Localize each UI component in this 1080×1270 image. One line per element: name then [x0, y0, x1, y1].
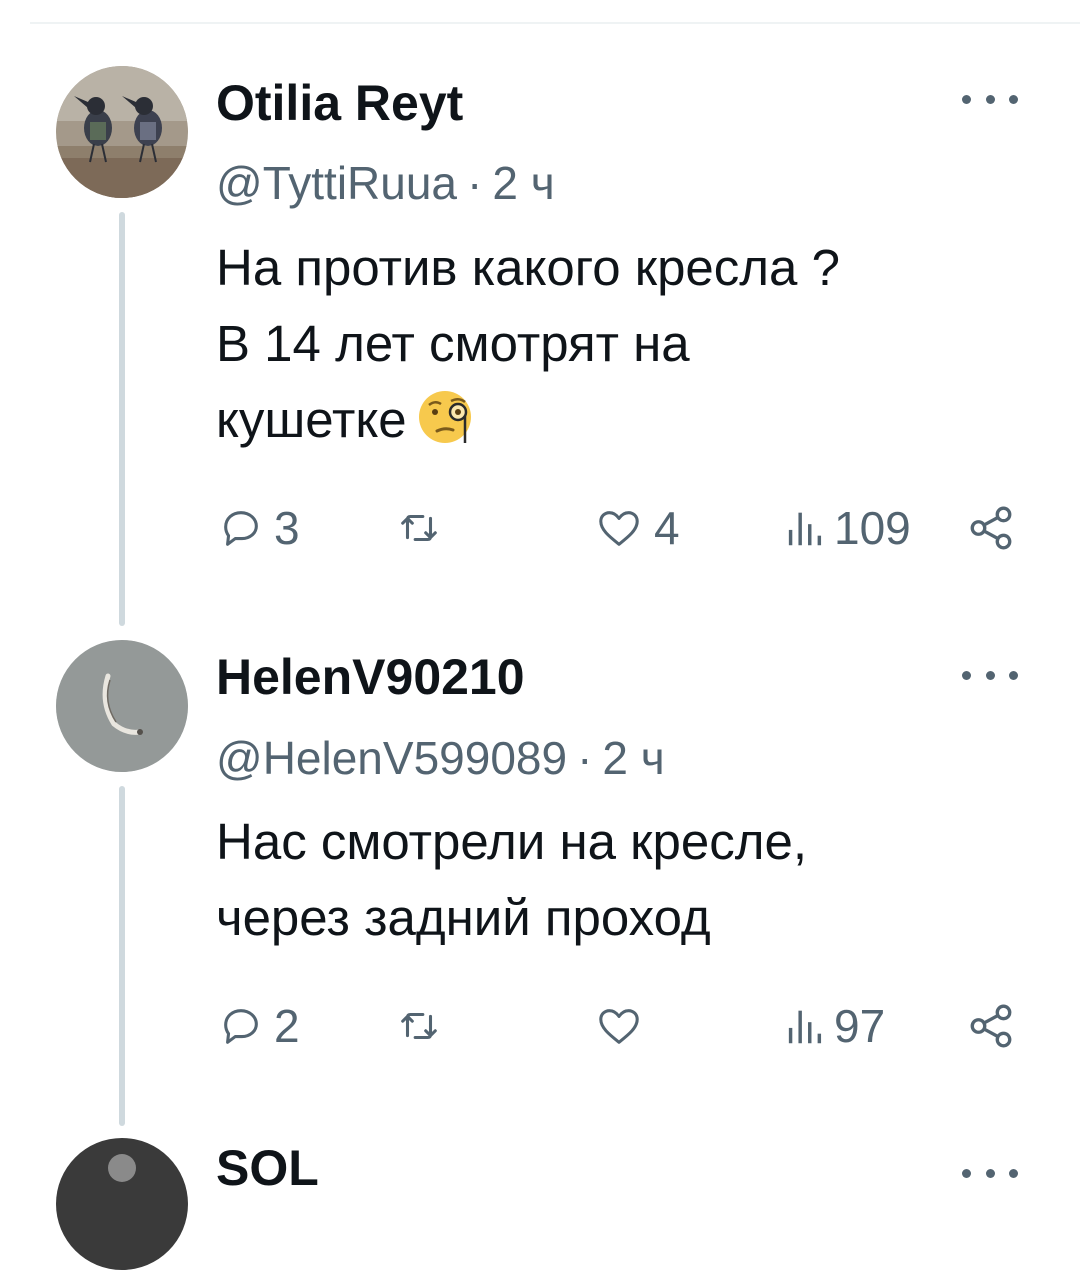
text-line: Нас смотрели на кресле,	[216, 813, 808, 870]
author-handle[interactable]: @TyttiRuua	[216, 157, 457, 209]
author-name[interactable]: SOL	[216, 1138, 319, 1198]
separator: ·	[467, 157, 483, 209]
face-with-monocle-icon	[418, 391, 471, 443]
reply-count: 3	[274, 502, 300, 554]
views-icon	[788, 512, 822, 546]
share-button[interactable]	[966, 996, 1016, 1056]
view-count: 109	[834, 502, 911, 554]
retweet-icon	[401, 1012, 437, 1040]
more-options-icon[interactable]	[962, 660, 1018, 690]
tweet-text: На против какого кресла ? В 14 лет смотр…	[216, 230, 1036, 458]
views-icon	[788, 1010, 822, 1044]
reply-icon	[224, 1009, 258, 1044]
avatar[interactable]	[56, 640, 188, 772]
text-line-content: кушетке	[216, 391, 407, 448]
tweet-actions: 3 4 109	[216, 498, 1020, 558]
tweet-text: Нас смотрели на кресле, через задний про…	[216, 804, 1036, 956]
share-icon	[970, 1004, 1012, 1048]
text-line: В 14 лет смотрят на	[216, 315, 690, 372]
more-options-icon[interactable]	[962, 84, 1018, 114]
reply-icon	[224, 511, 258, 546]
more-options-icon[interactable]	[962, 1158, 1018, 1188]
tweet-meta: @TyttiRuua · 2 ч	[216, 155, 555, 211]
like-button[interactable]: 4	[594, 498, 680, 558]
thread-line	[119, 786, 125, 1126]
share-button[interactable]	[966, 498, 1016, 558]
timestamp[interactable]: 2 ч	[492, 157, 554, 209]
view-count: 97	[834, 1000, 886, 1052]
reply-count: 2	[274, 1000, 300, 1052]
like-button[interactable]	[594, 996, 654, 1056]
views-button[interactable]: 109	[784, 498, 911, 558]
avatar[interactable]	[56, 1138, 188, 1270]
author-name[interactable]: Otilia Reyt	[216, 73, 463, 133]
author-handle[interactable]: @HelenV599089	[216, 732, 567, 784]
like-count: 4	[654, 502, 680, 554]
text-line: кушетке	[216, 382, 1036, 458]
author-name[interactable]: HelenV90210	[216, 647, 525, 707]
heart-icon	[599, 1009, 639, 1044]
retweet-icon	[401, 514, 437, 542]
top-divider	[30, 22, 1080, 24]
views-button[interactable]: 97	[784, 996, 885, 1056]
timestamp[interactable]: 2 ч	[602, 732, 664, 784]
separator: ·	[577, 732, 593, 784]
text-line: На против какого кресла ?	[216, 239, 840, 296]
heart-icon	[599, 511, 639, 546]
reply-button[interactable]: 2	[218, 996, 300, 1056]
tweet-meta: @HelenV599089 · 2 ч	[216, 730, 665, 786]
retweet-button[interactable]	[396, 996, 452, 1056]
tweet-actions: 2 97	[216, 996, 1020, 1056]
share-icon	[970, 506, 1012, 550]
thread-line	[119, 212, 125, 626]
retweet-button[interactable]	[396, 498, 452, 558]
reply-button[interactable]: 3	[218, 498, 300, 558]
avatar[interactable]	[56, 66, 188, 198]
text-line: через задний проход	[216, 889, 711, 946]
